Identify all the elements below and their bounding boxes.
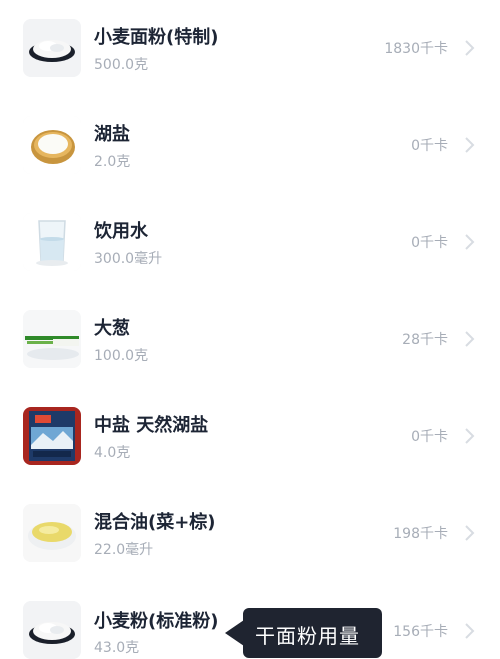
ingredient-name: 大葱 — [94, 318, 130, 339]
tooltip-arrow — [225, 620, 244, 646]
ingredient-name: 小麦面粉(特制) — [94, 27, 219, 48]
scallion-icon — [23, 310, 81, 368]
ingredient-amount: 43.0克 — [94, 640, 140, 656]
ingredient-calories: 28千卡 — [402, 332, 448, 348]
ingredient-calories: 0千卡 — [411, 235, 448, 251]
ingredient-row[interactable]: 大葱 100.0克 28千卡 — [0, 291, 500, 388]
salt-bowl-icon — [23, 116, 81, 174]
chevron-right-icon[interactable] — [464, 135, 476, 155]
ingredient-name: 湖盐 — [94, 124, 130, 145]
ingredient-amount: 100.0克 — [94, 348, 149, 364]
ingredient-row[interactable]: 饮用水 300.0毫升 0千卡 — [0, 194, 500, 291]
ingredient-amount: 4.0克 — [94, 445, 131, 461]
flour-icon — [23, 19, 81, 77]
ingredient-amount: 300.0毫升 — [94, 251, 163, 267]
tooltip: 干面粉用量 — [225, 608, 382, 658]
chevron-right-icon[interactable] — [464, 232, 476, 252]
chevron-right-icon[interactable] — [464, 329, 476, 349]
salt-package-icon — [23, 407, 81, 465]
tooltip-text: 干面粉用量 — [255, 624, 360, 648]
ingredient-row[interactable]: 小麦面粉(特制) 500.0克 1830千卡 — [0, 0, 500, 97]
chevron-right-icon[interactable] — [464, 523, 476, 543]
ingredient-row[interactable]: 湖盐 2.0克 0千卡 — [0, 97, 500, 194]
ingredient-amount: 22.0毫升 — [94, 542, 154, 558]
ingredient-calories: 156千卡 — [393, 624, 448, 640]
ingredient-amount: 2.0克 — [94, 154, 131, 170]
oil-bowl-icon — [23, 504, 81, 562]
ingredient-calories: 1830千卡 — [384, 41, 448, 57]
water-glass-icon — [23, 213, 81, 271]
ingredient-name: 饮用水 — [94, 221, 148, 242]
chevron-right-icon[interactable] — [464, 621, 476, 641]
ingredient-list: 小麦面粉(特制) 500.0克 1830千卡 湖盐 2.0克 0千卡 饮用水 3… — [0, 0, 500, 659]
flour-icon — [23, 601, 81, 659]
chevron-right-icon[interactable] — [464, 426, 476, 446]
ingredient-calories: 198千卡 — [393, 526, 448, 542]
ingredient-calories: 0千卡 — [411, 429, 448, 445]
ingredient-name: 混合油(菜+棕) — [94, 512, 216, 533]
ingredient-calories: 0千卡 — [411, 138, 448, 154]
ingredient-name: 中盐 天然湖盐 — [94, 415, 209, 436]
ingredient-row[interactable]: 中盐 天然湖盐 4.0克 0千卡 — [0, 388, 500, 485]
ingredient-name: 小麦粉(标准粉) — [94, 611, 219, 632]
ingredient-row[interactable]: 混合油(菜+棕) 22.0毫升 198千卡 — [0, 485, 500, 582]
chevron-right-icon[interactable] — [464, 38, 476, 58]
ingredient-amount: 500.0克 — [94, 57, 149, 73]
